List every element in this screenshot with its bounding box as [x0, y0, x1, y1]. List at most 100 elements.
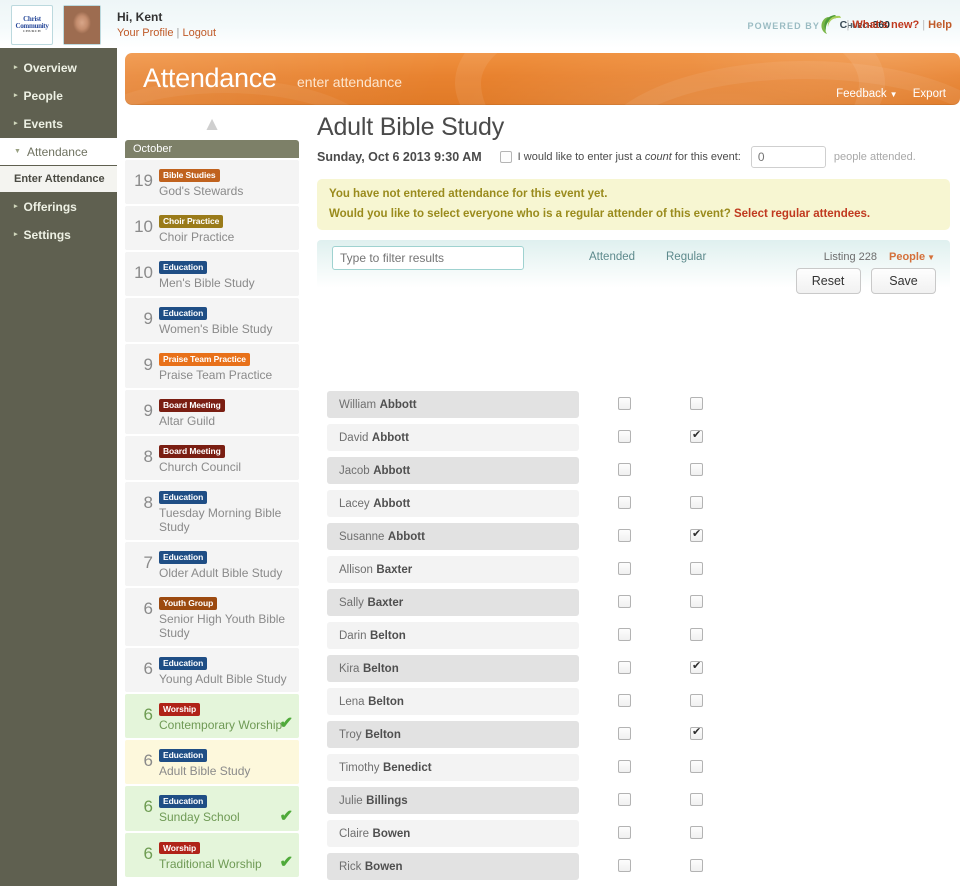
attended-checkbox[interactable] [618, 529, 631, 542]
count-input[interactable] [751, 146, 826, 168]
your-profile-link[interactable]: Your Profile [117, 27, 173, 39]
person-first-name: Kira [339, 663, 359, 675]
attended-checkbox[interactable] [618, 430, 631, 443]
notice-line-1: You have not entered attendance for this… [329, 188, 938, 200]
table-row[interactable]: AllisonBaxter [327, 556, 960, 589]
count-only-checkbox[interactable] [500, 151, 512, 163]
person-first-name: David [339, 432, 368, 444]
event-list-item[interactable]: 9Praise Team PracticePraise Team Practic… [125, 344, 299, 388]
regular-checkbox[interactable] [690, 397, 703, 410]
regular-checkbox[interactable] [690, 859, 703, 872]
attended-checkbox[interactable] [618, 793, 631, 806]
table-row[interactable]: LaceyAbbott [327, 490, 960, 523]
attended-checkbox[interactable] [618, 694, 631, 707]
person-first-name: Sally [339, 597, 364, 609]
sidebar-subitem-enter-attendance[interactable]: Enter Attendance [0, 166, 117, 192]
event-list-item[interactable]: 9EducationWomen's Bible Study [125, 298, 299, 342]
table-row[interactable]: William Abbott [327, 391, 960, 424]
person-name: William Abbott [327, 391, 579, 418]
reset-button[interactable]: Reset [796, 268, 861, 294]
regular-checkbox[interactable] [690, 661, 703, 674]
help-link[interactable]: Help [928, 19, 952, 31]
logout-link[interactable]: Logout [182, 27, 216, 39]
table-row[interactable]: SusanneAbbott [327, 523, 960, 556]
regular-checkbox[interactable] [690, 529, 703, 542]
regular-checkbox[interactable] [690, 826, 703, 839]
attended-checkbox[interactable] [618, 760, 631, 773]
column-header-attended: Attended [589, 251, 635, 263]
table-row[interactable]: DavidAbbott [327, 424, 960, 457]
table-row[interactable]: SallyBaxter [327, 589, 960, 622]
event-body: EducationYoung Adult Bible Study [159, 653, 293, 686]
attended-checkbox[interactable] [618, 859, 631, 872]
regular-checkbox[interactable] [690, 727, 703, 740]
regular-checkbox[interactable] [690, 760, 703, 773]
sidebar-item-people[interactable]: ▸People [0, 82, 117, 109]
regular-checkbox[interactable] [690, 694, 703, 707]
table-row[interactable]: DarinBelton [327, 622, 960, 655]
event-list-item[interactable]: 19Bible StudiesGod's Stewards [125, 160, 299, 204]
regular-checkbox[interactable] [690, 430, 703, 443]
export-button[interactable]: Export [913, 88, 946, 100]
attended-checkbox[interactable] [618, 661, 631, 674]
person-last-name: Abbott [373, 498, 410, 510]
sidebar-item-offerings[interactable]: ▸Offerings [0, 193, 117, 220]
scroll-up-icon[interactable]: ▲ [117, 105, 307, 140]
table-row[interactable]: KiraBelton [327, 655, 960, 688]
event-list-item[interactable]: 6EducationSunday School✔ [125, 786, 299, 830]
select-regular-attendees-link[interactable]: Select regular attendees. [734, 208, 870, 220]
table-row[interactable]: LenaBelton [327, 688, 960, 721]
table-row[interactable]: JulieBillings [327, 787, 960, 820]
person-last-name: Abbott [380, 399, 417, 411]
attended-checkbox[interactable] [618, 595, 631, 608]
search-input[interactable] [332, 246, 524, 270]
person-first-name: William [339, 399, 376, 411]
event-list-item[interactable]: 6EducationAdult Bible Study [125, 740, 299, 784]
regular-checkbox[interactable] [690, 496, 703, 509]
whats-new-link[interactable]: What's new? [852, 19, 919, 31]
regular-checkbox[interactable] [690, 463, 703, 476]
attended-checkbox[interactable] [618, 397, 631, 410]
save-button[interactable]: Save [871, 268, 936, 294]
attended-checkbox[interactable] [618, 628, 631, 641]
sidebar-item-overview[interactable]: ▸Overview [0, 54, 117, 81]
page-root: Christ Community CHURCH Hi, Kent Your Pr… [0, 0, 960, 886]
sidebar-item-label: Events [24, 117, 63, 131]
attended-checkbox[interactable] [618, 496, 631, 509]
scroll-down-icon[interactable]: ▼ [117, 879, 307, 886]
event-list-item[interactable]: 8Board MeetingChurch Council [125, 436, 299, 480]
regular-checkbox[interactable] [690, 793, 703, 806]
event-list-item[interactable]: 6WorshipContemporary Worship✔ [125, 694, 299, 738]
regular-checkbox[interactable] [690, 595, 703, 608]
table-row[interactable]: TroyBelton [327, 721, 960, 754]
event-list-item[interactable]: 7EducationOlder Adult Bible Study [125, 542, 299, 586]
attended-checkbox[interactable] [618, 562, 631, 575]
event-body: Bible StudiesGod's Stewards [159, 165, 293, 198]
powered-by-label: POWERED BY [747, 21, 820, 31]
attended-checkbox[interactable] [618, 727, 631, 740]
event-list-item[interactable]: 10Choir PracticeChoir Practice [125, 206, 299, 250]
event-list-item[interactable]: 9Board MeetingAltar Guild [125, 390, 299, 434]
table-row[interactable]: RickBowen [327, 853, 960, 886]
person-name: LaceyAbbott [327, 490, 579, 517]
table-row[interactable]: JacobAbbott [327, 457, 960, 490]
regular-checkbox[interactable] [690, 628, 703, 641]
table-row[interactable]: ClaireBowen [327, 820, 960, 853]
regular-checkbox[interactable] [690, 562, 703, 575]
table-row[interactable]: TimothyBenedict [327, 754, 960, 787]
event-list-item[interactable]: 6Youth GroupSenior High Youth Bible Stud… [125, 588, 299, 646]
attended-checkbox[interactable] [618, 463, 631, 476]
event-list-item[interactable]: 6WorshipTraditional Worship✔ [125, 833, 299, 877]
page-banner: Attendance enter attendance Feedback▼ Ex… [125, 53, 960, 105]
people-filter-dropdown[interactable]: People▼ [889, 251, 935, 263]
feedback-menu[interactable]: Feedback▼ [824, 88, 897, 100]
sidebar-item-attendance[interactable]: ▼Attendance [0, 138, 117, 165]
sidebar-item-label: Settings [24, 228, 71, 242]
event-list-item[interactable]: 8EducationTuesday Morning Bible Study [125, 482, 299, 540]
event-list-item[interactable]: 6EducationYoung Adult Bible Study [125, 648, 299, 692]
sidebar-item-settings[interactable]: ▸Settings [0, 221, 117, 248]
attended-checkbox[interactable] [618, 826, 631, 839]
sidebar-item-events[interactable]: ▸Events [0, 110, 117, 137]
event-list-item[interactable]: 10EducationMen's Bible Study [125, 252, 299, 296]
event-body: Praise Team PracticePraise Team Practice [159, 349, 293, 382]
